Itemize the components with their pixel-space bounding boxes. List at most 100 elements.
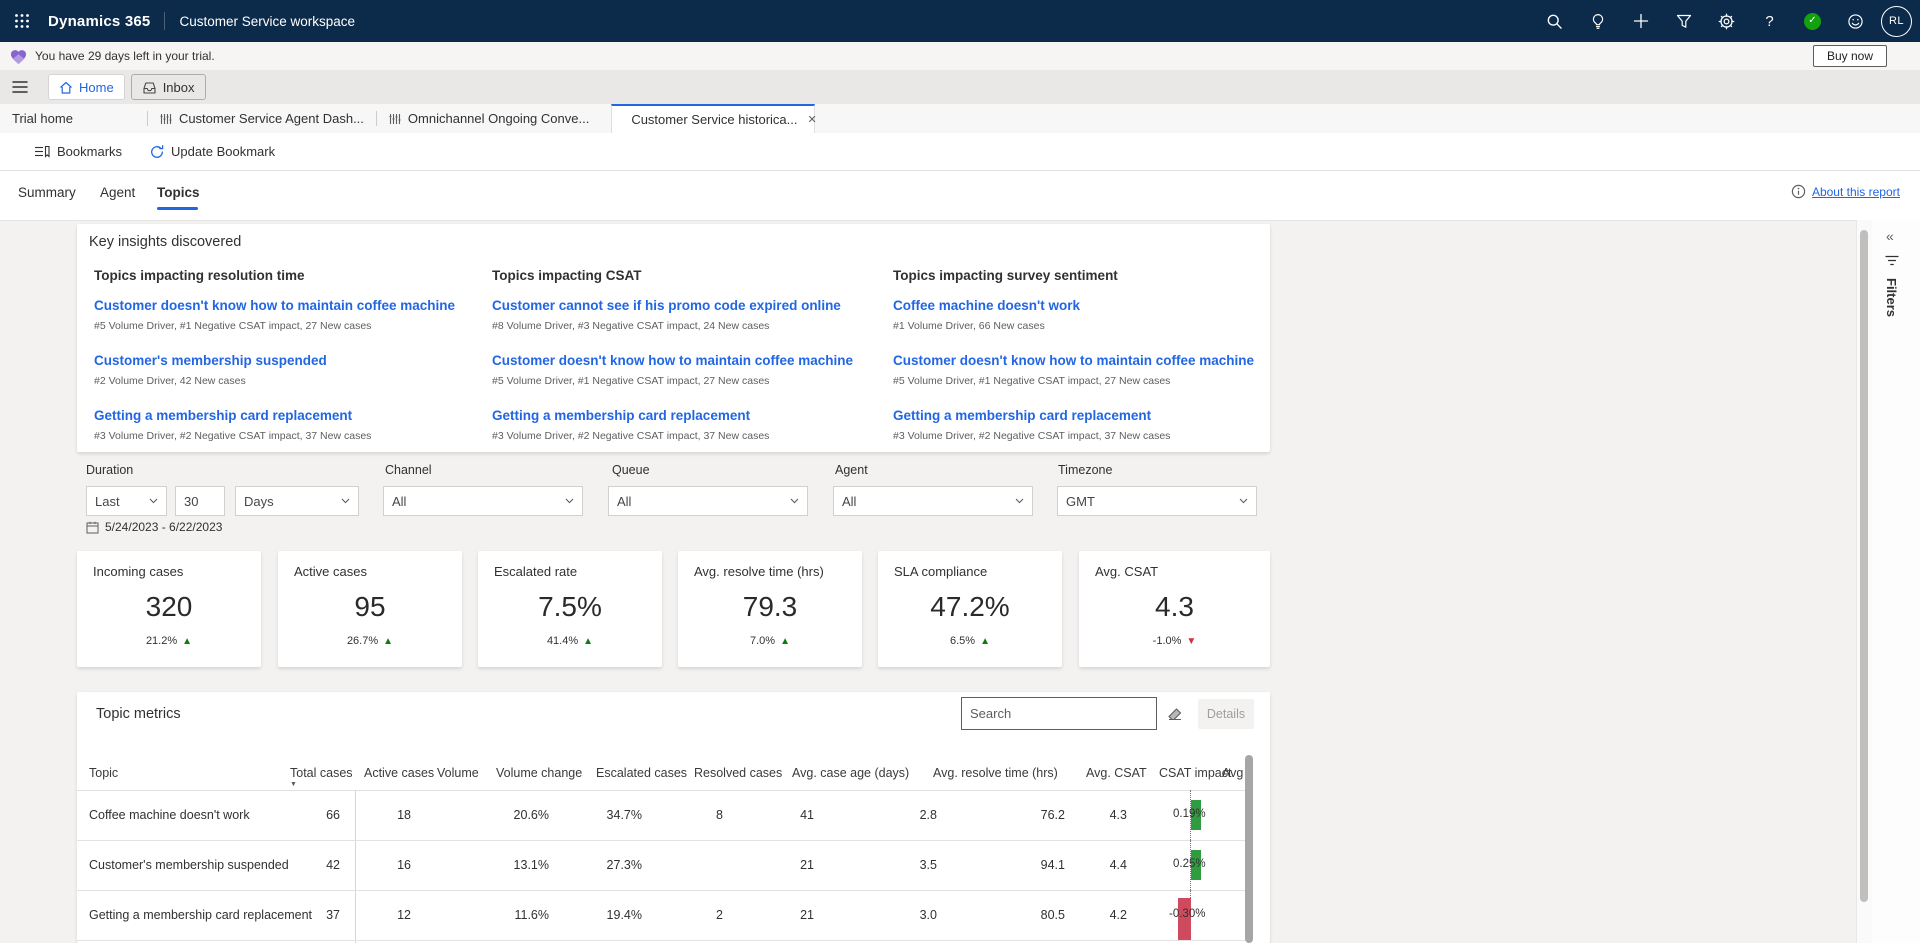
search-icon[interactable] bbox=[1533, 0, 1576, 42]
table-row[interactable]: Coffee machine doesn't work 66 18 20.6% … bbox=[77, 790, 1245, 840]
kpi-label: SLA compliance bbox=[894, 564, 987, 579]
filters-pane-icon[interactable] bbox=[1885, 254, 1899, 267]
table-row[interactable]: Customer's membership suspended 42 16 13… bbox=[77, 840, 1245, 890]
kpi-value: 7.5% bbox=[478, 591, 662, 623]
insight-link[interactable]: Customer doesn't know how to maintain co… bbox=[94, 298, 479, 314]
insight-item[interactable]: Customer cannot see if his promo code ex… bbox=[492, 298, 877, 333]
kpi-label: Avg. resolve time (hrs) bbox=[694, 564, 824, 579]
close-tab-icon[interactable]: ✕ bbox=[807, 113, 816, 126]
kpi-label: Incoming cases bbox=[93, 564, 183, 579]
trial-heart-icon bbox=[9, 48, 28, 65]
inbox-icon bbox=[142, 81, 157, 94]
cell-total: 66 bbox=[280, 808, 340, 822]
user-avatar[interactable]: RL bbox=[1881, 6, 1912, 37]
sort-descending-icon[interactable]: ▼ bbox=[290, 781, 297, 788]
col-escalated-cases[interactable]: Escalated cases bbox=[596, 766, 687, 780]
insight-link[interactable]: Customer's membership suspended bbox=[94, 353, 479, 369]
duration-value-input[interactable] bbox=[175, 486, 225, 516]
insight-item[interactable]: Getting a membership card replacement #3… bbox=[893, 408, 1278, 443]
chevron-down-icon bbox=[1239, 498, 1248, 504]
insight-link[interactable]: Getting a membership card replacement bbox=[94, 408, 479, 424]
timezone-select[interactable]: GMT bbox=[1057, 486, 1257, 516]
table-vertical-scrollbar[interactable] bbox=[1245, 755, 1253, 943]
report-tab-topics[interactable]: Topics bbox=[157, 185, 200, 200]
hamburger-menu-icon[interactable] bbox=[0, 70, 40, 104]
app-name[interactable]: Customer Service workspace bbox=[179, 14, 355, 29]
insight-meta: #3 Volume Driver, #2 Negative CSAT impac… bbox=[94, 430, 479, 443]
page-tab-omnichannel[interactable]: Omnichannel Ongoing Conve... bbox=[377, 104, 601, 133]
bookmarks-button[interactable]: Bookmarks bbox=[34, 144, 122, 159]
details-button[interactable]: Details bbox=[1198, 699, 1254, 729]
cell-escalated: 8 bbox=[663, 808, 723, 822]
settings-gear-icon[interactable] bbox=[1705, 0, 1748, 42]
insight-item[interactable]: Coffee machine doesn't work #1 Volume Dr… bbox=[893, 298, 1278, 333]
insights-column-csat: Topics impacting CSAT Customer cannot se… bbox=[492, 268, 877, 443]
agent-select[interactable]: All bbox=[833, 486, 1033, 516]
collapse-pane-icon[interactable]: « bbox=[1886, 228, 1894, 244]
update-bookmark-button[interactable]: Update Bookmark bbox=[150, 144, 275, 159]
col-csat-impact[interactable]: CSAT impact bbox=[1159, 766, 1231, 780]
insight-item[interactable]: Customer doesn't know how to maintain co… bbox=[893, 353, 1278, 388]
insight-item[interactable]: Customer's membership suspended #2 Volum… bbox=[94, 353, 479, 388]
cell-total: 37 bbox=[280, 908, 340, 922]
page-tab-historical-analytics[interactable]: Customer Service historica... ✕ bbox=[611, 104, 815, 133]
status-check-icon[interactable]: ✓ bbox=[1791, 0, 1834, 42]
kpi-label: Avg. CSAT bbox=[1095, 564, 1158, 579]
kpi-escalated-rate: Escalated rate 7.5% 41.4%▲ bbox=[478, 551, 662, 667]
duration-mode-select[interactable]: Last bbox=[86, 486, 167, 516]
col-topic[interactable]: Topic bbox=[89, 766, 118, 780]
col-avg-csat[interactable]: Avg. CSAT bbox=[1086, 766, 1147, 780]
tab-home[interactable]: Home bbox=[48, 74, 125, 100]
filters-rail-label[interactable]: Filters bbox=[1884, 278, 1899, 317]
insight-item[interactable]: Getting a membership card replacement #3… bbox=[492, 408, 877, 443]
feedback-smiley-icon[interactable] bbox=[1834, 0, 1877, 42]
trend-up-icon: ▲ bbox=[383, 636, 393, 647]
insight-link[interactable]: Customer doesn't know how to maintain co… bbox=[893, 353, 1278, 369]
tab-inbox[interactable]: Inbox bbox=[131, 74, 206, 100]
insight-link[interactable]: Customer cannot see if his promo code ex… bbox=[492, 298, 877, 314]
col-avg-resolve-time[interactable]: Avg. resolve time (hrs) bbox=[933, 766, 1058, 780]
buy-now-button[interactable]: Buy now bbox=[1813, 45, 1887, 67]
clear-filters-eraser-icon[interactable] bbox=[1166, 704, 1184, 721]
page-tab-agent-dashboard[interactable]: Customer Service Agent Dash... bbox=[148, 104, 376, 133]
insight-item[interactable]: Customer doesn't know how to maintain co… bbox=[94, 298, 479, 333]
channel-select[interactable]: All bbox=[383, 486, 583, 516]
col-volume[interactable]: Volume bbox=[437, 766, 479, 780]
cell-case-age: 2.8 bbox=[867, 808, 937, 822]
table-search-box[interactable] bbox=[961, 697, 1157, 730]
col-total-cases[interactable]: Total cases bbox=[290, 766, 353, 780]
cell-case-age: 3.5 bbox=[867, 858, 937, 872]
duration-unit-select[interactable]: Days bbox=[235, 486, 359, 516]
trial-message: You have 29 days left in your trial. bbox=[35, 49, 215, 63]
table-row[interactable]: Getting a membership card replacement 37… bbox=[77, 890, 1245, 940]
insight-link[interactable]: Getting a membership card replacement bbox=[492, 408, 877, 424]
search-input[interactable] bbox=[962, 706, 1154, 721]
report-tab-agent[interactable]: Agent bbox=[100, 185, 135, 200]
plus-icon[interactable] bbox=[1619, 0, 1662, 42]
report-tab-summary[interactable]: Summary bbox=[18, 185, 76, 200]
col-resolved-cases[interactable]: Resolved cases bbox=[694, 766, 782, 780]
insight-link[interactable]: Customer doesn't know how to maintain co… bbox=[492, 353, 877, 369]
brand-title[interactable]: Dynamics 365 bbox=[48, 13, 150, 30]
queue-select[interactable]: All bbox=[608, 486, 808, 516]
about-this-report-link[interactable]: About this report bbox=[1791, 184, 1900, 199]
filter-funnel-icon[interactable] bbox=[1662, 0, 1705, 42]
col-active-cases[interactable]: Active cases bbox=[364, 766, 434, 780]
help-icon[interactable]: ? bbox=[1748, 0, 1791, 42]
col-avg-case-age[interactable]: Avg. case age (days) bbox=[792, 766, 909, 780]
lightbulb-icon[interactable] bbox=[1576, 0, 1619, 42]
insight-link[interactable]: Coffee machine doesn't work bbox=[893, 298, 1278, 314]
insight-item[interactable]: Customer doesn't know how to maintain co… bbox=[492, 353, 877, 388]
page-scrollbar-thumb[interactable] bbox=[1860, 230, 1868, 902]
insight-item[interactable]: Getting a membership card replacement #3… bbox=[94, 408, 479, 443]
page-tab-trial-home[interactable]: Trial home bbox=[0, 104, 85, 133]
col-avg-truncated[interactable]: Avg bbox=[1222, 766, 1243, 780]
insight-meta: #8 Volume Driver, #3 Negative CSAT impac… bbox=[492, 320, 877, 333]
cell-escalated: 2 bbox=[663, 908, 723, 922]
insights-column-heading: Topics impacting survey sentiment bbox=[893, 268, 1278, 286]
col-volume-change[interactable]: Volume change bbox=[496, 766, 582, 780]
insight-link[interactable]: Getting a membership card replacement bbox=[893, 408, 1278, 424]
app-launcher-icon[interactable] bbox=[0, 0, 44, 42]
page-tab-label: Customer Service Agent Dash... bbox=[179, 111, 364, 126]
report-toolbar: Bookmarks Update Bookmark bbox=[0, 133, 1920, 171]
